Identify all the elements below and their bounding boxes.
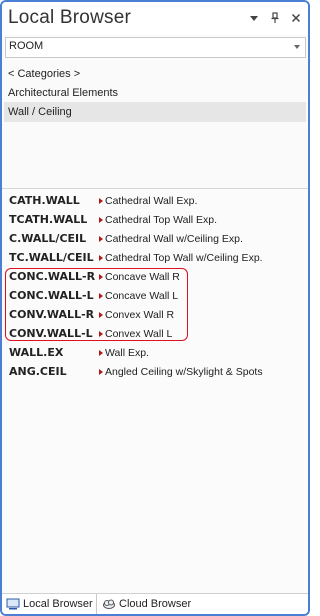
category-label: < Categories > <box>8 68 81 80</box>
list-item[interactable]: C.WALL/CEIL Cathedral Wall w/Ceiling Exp… <box>4 230 306 249</box>
list-item[interactable]: WALL.EX Wall Exp. <box>4 344 306 363</box>
item-arrow-icon <box>99 217 103 223</box>
panel-menu-dropdown-icon[interactable] <box>248 12 260 24</box>
tab-cloud-browser[interactable]: Cloud Browser <box>98 594 208 614</box>
local-browser-icon <box>6 598 20 610</box>
title-bar: Local Browser <box>2 2 308 35</box>
item-arrow-icon <box>99 236 103 242</box>
item-arrow-icon <box>99 198 103 204</box>
close-icon[interactable] <box>290 12 302 24</box>
panel-title: Local Browser <box>8 7 131 28</box>
library-select[interactable]: ROOM <box>5 37 306 58</box>
item-code: WALL.EX <box>9 346 64 359</box>
item-arrow-icon <box>99 255 103 261</box>
item-code: TCATH.WALL <box>9 213 88 226</box>
item-description: Angled Ceiling w/Skylight & Spots <box>105 366 263 378</box>
item-description: Cathedral Top Wall Exp. <box>105 214 218 226</box>
item-description: Wall Exp. <box>105 347 149 359</box>
list-item[interactable]: ANG.CEIL Angled Ceiling w/Skylight & Spo… <box>4 363 306 382</box>
category-item-all[interactable]: < Categories > <box>4 64 306 84</box>
list-item[interactable]: TC.WALL/CEIL Cathedral Top Wall w/Ceilin… <box>4 249 306 268</box>
category-item-wall-ceiling[interactable]: Wall / Ceiling <box>4 102 306 122</box>
panel-splitter[interactable] <box>2 188 308 189</box>
item-list: CATH.WALL Cathedral Wall Exp. TCATH.WALL… <box>4 192 306 592</box>
item-description: Cathedral Top Wall w/Ceiling Exp. <box>105 252 263 264</box>
item-code: ANG.CEIL <box>9 365 67 378</box>
item-arrow-icon <box>99 350 103 356</box>
annotation-highlight-box <box>5 268 188 341</box>
bottom-tab-bar: Local Browser Cloud Browser <box>2 594 308 614</box>
item-description: Cathedral Wall w/Ceiling Exp. <box>105 233 243 245</box>
local-browser-panel: Local Browser ROOM < Categories > Archit… <box>0 0 310 616</box>
item-code: C.WALL/CEIL <box>9 232 87 245</box>
library-select-value: ROOM <box>9 40 44 52</box>
item-code: TC.WALL/CEIL <box>9 251 94 264</box>
pin-icon[interactable] <box>269 12 281 24</box>
tab-label: Local Browser <box>23 598 93 610</box>
category-item-architectural-elements[interactable]: Architectural Elements <box>4 83 306 103</box>
category-list: < Categories > Architectural Elements Wa… <box>4 63 306 187</box>
list-item[interactable]: CATH.WALL Cathedral Wall Exp. <box>4 192 306 211</box>
tab-local-browser[interactable]: Local Browser <box>2 594 97 614</box>
category-label: Wall / Ceiling <box>8 106 72 118</box>
item-description: Cathedral Wall Exp. <box>105 195 198 207</box>
list-item[interactable]: TCATH.WALL Cathedral Top Wall Exp. <box>4 211 306 230</box>
cloud-browser-icon <box>103 599 115 609</box>
tab-label: Cloud Browser <box>119 598 192 610</box>
title-controls <box>248 12 302 24</box>
category-label: Architectural Elements <box>8 87 119 99</box>
item-arrow-icon <box>99 369 103 375</box>
item-code: CATH.WALL <box>9 194 80 207</box>
chevron-down-icon[interactable] <box>294 45 300 49</box>
